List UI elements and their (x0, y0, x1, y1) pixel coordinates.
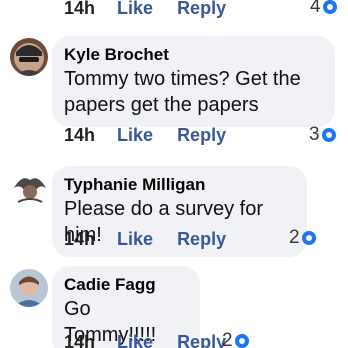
reaction-count[interactable]: 2 (222, 329, 249, 348)
reply-button[interactable]: Reply (177, 0, 226, 19)
comment-text: papers get the papers (64, 94, 259, 116)
avatar[interactable] (10, 38, 48, 76)
comment-text: Tommy two times? Get the (64, 68, 301, 90)
reaction-icon (321, 128, 336, 142)
reaction-icon (234, 334, 249, 348)
reply-button[interactable]: Reply (177, 332, 226, 348)
reaction-icon (322, 0, 337, 14)
avatar[interactable] (10, 269, 48, 307)
reaction-count[interactable]: 3 (309, 123, 336, 147)
comment-actions-top: 14h Like Reply (64, 0, 226, 20)
comment-author[interactable]: Cadie Fagg (64, 274, 188, 296)
like-button[interactable]: Like (117, 229, 153, 250)
reply-button[interactable]: Reply (177, 229, 226, 250)
reply-button[interactable]: Reply (177, 125, 226, 146)
timestamp[interactable]: 14h (64, 229, 95, 250)
like-button[interactable]: Like (117, 0, 153, 19)
reaction-count[interactable]: 2 (289, 226, 316, 250)
comment-author[interactable]: Typhanie Milligan (64, 174, 295, 196)
avatar[interactable] (10, 170, 50, 208)
comment-bubble: Kyle Brochet Tommy two times? Get the pa… (52, 36, 335, 127)
comment-actions: 14h Like Reply (64, 123, 226, 147)
like-button[interactable]: Like (117, 125, 153, 146)
like-button[interactable]: Like (117, 332, 153, 348)
reaction-icon (301, 231, 316, 245)
comment-actions: 14h Like Reply (64, 330, 226, 348)
timestamp[interactable]: 14h (64, 332, 95, 348)
timestamp[interactable]: 14h (64, 0, 95, 19)
comment-author[interactable]: Kyle Brochet (64, 44, 323, 66)
reaction-count-top[interactable]: 4 (310, 0, 337, 19)
comment-actions: 14h Like Reply (64, 227, 226, 251)
timestamp[interactable]: 14h (64, 125, 95, 146)
